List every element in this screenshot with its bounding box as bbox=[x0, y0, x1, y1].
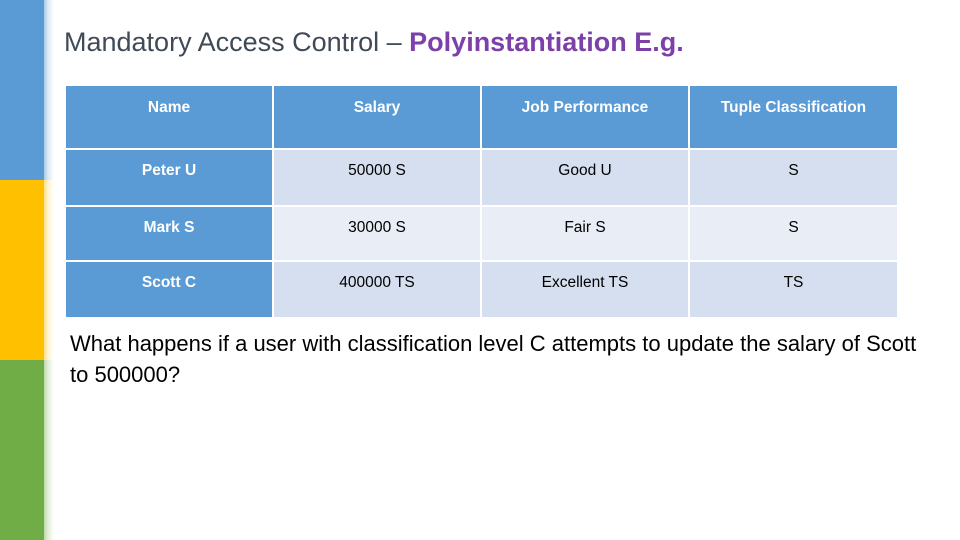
sidebar-band-blue-fade bbox=[44, 0, 54, 180]
table-header-row: Name Salary Job Performance Tuple Classi… bbox=[66, 86, 897, 148]
column-header-tuple-classification: Tuple Classification bbox=[690, 86, 897, 148]
cell-tuple-classification: TS bbox=[690, 262, 897, 317]
table-row: Mark S 30000 S Fair S S bbox=[66, 207, 897, 260]
cell-job-performance: Good U bbox=[482, 150, 688, 205]
cell-job-performance-value: Good U bbox=[558, 162, 612, 179]
column-header-job-performance-label: Job Performance bbox=[521, 99, 649, 116]
cell-name: Mark S bbox=[66, 207, 272, 260]
cell-salary: 400000 TS bbox=[274, 262, 480, 317]
sidebar-color-bands bbox=[0, 0, 54, 540]
cell-salary: 30000 S bbox=[274, 207, 480, 260]
polyinstantiation-table: Name Salary Job Performance Tuple Classi… bbox=[64, 84, 899, 319]
column-header-name-label: Name bbox=[147, 99, 191, 116]
cell-name-value: Scott C bbox=[141, 274, 197, 291]
sidebar-band-green-fade bbox=[44, 360, 54, 540]
sidebar-band-blue bbox=[0, 0, 44, 180]
page-title: Mandatory Access Control – Polyinstantia… bbox=[64, 25, 944, 59]
cell-tuple-classification: S bbox=[690, 207, 897, 260]
cell-job-performance: Excellent TS bbox=[482, 262, 688, 317]
column-header-tuple-classification-label: Tuple Classification bbox=[720, 99, 867, 116]
cell-name-value: Mark S bbox=[143, 219, 195, 236]
cell-tuple-classification-value: TS bbox=[783, 274, 804, 291]
cell-tuple-classification-value: S bbox=[788, 162, 799, 179]
cell-job-performance-value: Fair S bbox=[564, 219, 606, 236]
page-title-main: Mandatory Access Control – bbox=[64, 27, 410, 57]
column-header-job-performance: Job Performance bbox=[482, 86, 688, 148]
cell-salary-value: 30000 S bbox=[348, 219, 406, 236]
cell-name-value: Peter U bbox=[141, 162, 197, 179]
cell-name: Scott C bbox=[66, 262, 272, 317]
question-text: What happens if a user with classificati… bbox=[70, 331, 917, 387]
sidebar-band-yellow-fade bbox=[44, 180, 54, 360]
cell-salary-value: 400000 TS bbox=[339, 274, 415, 291]
column-header-name: Name bbox=[66, 86, 272, 148]
sidebar-band-yellow bbox=[0, 180, 44, 360]
cell-job-performance: Fair S bbox=[482, 207, 688, 260]
cell-job-performance-value: Excellent TS bbox=[541, 274, 629, 291]
sidebar-band-green bbox=[0, 360, 44, 540]
cell-salary-value: 50000 S bbox=[348, 162, 406, 179]
cell-name: Peter U bbox=[66, 150, 272, 205]
column-header-salary: Salary bbox=[274, 86, 480, 148]
cell-tuple-classification: S bbox=[690, 150, 897, 205]
page-title-accent: Polyinstantiation E.g. bbox=[409, 27, 684, 57]
cell-tuple-classification-value: S bbox=[788, 219, 799, 236]
table-row: Peter U 50000 S Good U S bbox=[66, 150, 897, 205]
column-header-salary-label: Salary bbox=[353, 99, 401, 116]
cell-salary: 50000 S bbox=[274, 150, 480, 205]
table-row: Scott C 400000 TS Excellent TS TS bbox=[66, 262, 897, 317]
